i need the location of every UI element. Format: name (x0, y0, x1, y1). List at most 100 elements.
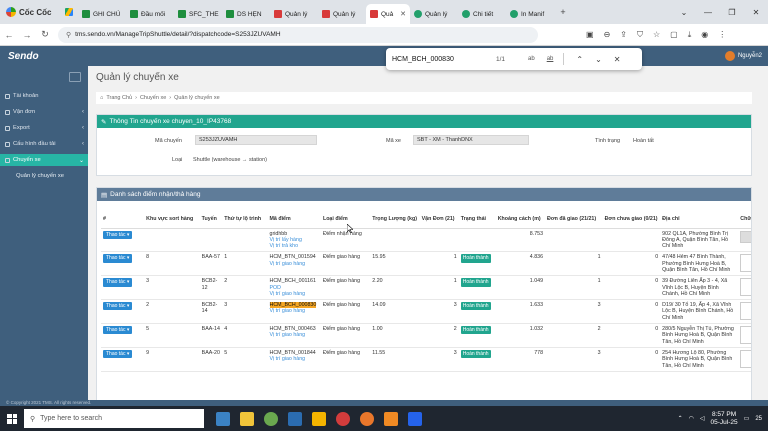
shield-icon[interactable]: ⛉ (637, 30, 643, 40)
trip-info-panel: ✎ Thông Tin chuyến xe chuyen_10_IP43768 … (96, 114, 752, 176)
signature-box[interactable] (740, 349, 751, 368)
browser-tab[interactable]: Quản lý (318, 4, 366, 24)
page-title: Quản lý chuyến xe (96, 72, 179, 83)
action-button[interactable]: Thao tác ▾ (103, 302, 133, 311)
find-input[interactable] (392, 55, 492, 63)
chevron-down-icon[interactable]: ⌄ (672, 8, 696, 17)
zoom-icon[interactable]: ⊖ (604, 30, 611, 40)
sidebar-item[interactable]: Vận đơn ‹ (0, 106, 88, 118)
reload-icon[interactable]: ↻ (36, 29, 54, 40)
find-close-icon[interactable]: ✕ (614, 55, 621, 64)
browser-tab[interactable]: In Manif (506, 4, 554, 24)
location-link[interactable]: Vị trí giao hàng (270, 291, 319, 297)
signature-box[interactable] (740, 326, 751, 345)
coccoc-logo-icon (6, 7, 16, 17)
back-icon[interactable]: ← (0, 30, 18, 40)
file-explorer-icon[interactable] (240, 411, 254, 426)
browser-tab[interactable]: GHI CHÚ (78, 4, 126, 24)
column-header: Tuyến (199, 214, 223, 229)
close-tab-icon[interactable]: ✕ (400, 10, 406, 18)
breadcrumb-trips[interactable]: Chuyến xe (140, 95, 166, 101)
sidebar-subitem-trip-management[interactable]: Quản lý chuyến xe (0, 170, 88, 182)
signature-box[interactable] (740, 254, 751, 273)
action-button[interactable]: Thao tác ▾ (103, 278, 133, 287)
browser-tab[interactable]: Quả ✕ (366, 4, 410, 24)
taskbar-search[interactable]: ⚲ Type here to search (24, 409, 204, 428)
signature-box[interactable] (740, 278, 751, 297)
find-bar: 1/1 ab ab ⌃ ⌄ ✕ (386, 48, 642, 70)
breadcrumb-home[interactable]: Trang Chủ (106, 95, 132, 101)
close-window-icon[interactable]: ✕ (744, 8, 768, 17)
restore-icon[interactable]: ❐ (720, 8, 744, 17)
start-button[interactable] (0, 406, 24, 431)
sidebar-toggle-icon[interactable] (69, 72, 81, 82)
sidebar-item-label: Vận đơn (13, 109, 36, 115)
network-icon[interactable]: ◠ (689, 415, 694, 422)
drive-tab[interactable] (60, 0, 78, 24)
new-tab-button[interactable]: + (554, 0, 572, 24)
translate-icon[interactable]: ▣ (586, 30, 594, 40)
sidebar-item[interactable]: Export ‹ (0, 122, 88, 134)
sort-area-cell: 9 (144, 347, 200, 372)
share-icon[interactable]: ⇪ (620, 30, 627, 40)
bookmark-star-icon[interactable]: ☆ (653, 30, 660, 40)
forward-icon[interactable]: → (18, 30, 36, 40)
profile-icon[interactable]: ◉ (701, 30, 708, 40)
whole-word-toggle[interactable]: ab (547, 56, 554, 62)
sidebar-item[interactable]: Cấu hình đầu tải ‹ (0, 138, 88, 150)
points-table-wrapper[interactable]: # Khu vực sort hàng Tuyến Thứ tự lộ trình Mã… (101, 214, 751, 372)
tray-chevron-icon[interactable]: ⌃ (678, 415, 683, 422)
find-next-icon[interactable]: ⌄ (595, 55, 602, 64)
office-icon[interactable] (384, 411, 398, 426)
download-icon[interactable]: ⤓ (688, 30, 692, 40)
action-button[interactable]: Thao tác ▾ (103, 349, 133, 359)
sidebar-item[interactable]: Chuyến xe ⌄ (0, 154, 88, 166)
action-button[interactable]: Thao tác ▾ (103, 230, 133, 239)
sidebar: Tài khoản Vận đơn ‹ Export ‹ Cấu hình đầu tải… (0, 66, 88, 400)
action-button[interactable]: Thao tác ▾ (103, 254, 133, 263)
signature-image[interactable] (740, 230, 751, 243)
task-view-icon[interactable] (216, 411, 230, 426)
site-info-icon[interactable]: ⚲ (66, 31, 71, 39)
signature-box[interactable] (740, 302, 751, 321)
browser-brand[interactable]: Cốc Cốc (0, 7, 60, 17)
action-button[interactable]: Thao tác ▾ (103, 326, 133, 335)
trip-type-value: Shuttle (warehouse → station) (193, 157, 267, 163)
list-icon: ▤ (101, 191, 108, 199)
coccoc-taskbar-icon[interactable] (264, 411, 278, 426)
clock[interactable]: 8:57 PM 05-Jul-25 (711, 411, 738, 427)
point-code: HCM_BCH_001161 (269, 278, 316, 285)
app-icon[interactable] (360, 411, 374, 426)
browser-tab[interactable]: Quản lý (410, 4, 458, 24)
sendo-logo[interactable]: Sendo (0, 51, 88, 62)
windows-store-icon[interactable] (288, 411, 302, 426)
tab-favicon-icon (462, 10, 470, 18)
sort-area-cell (144, 228, 200, 253)
browser-tab[interactable]: Đầu mối (126, 4, 174, 24)
url-field[interactable]: ⚲ tms.sendo.vn/ManageTripShuttle/detail/… (58, 26, 538, 43)
browser-tab[interactable]: SFC_THE (174, 4, 222, 24)
find-previous-icon[interactable]: ⌃ (576, 55, 583, 64)
tab-favicon-icon (178, 10, 186, 18)
location-link[interactable]: Vị trí trả kho (270, 243, 319, 249)
point-code: HCM_BTN_001594 (269, 254, 316, 261)
minimize-icon[interactable]: — (696, 8, 720, 17)
chrome-icon[interactable] (336, 411, 350, 426)
tab-favicon-icon (226, 10, 234, 18)
mail-icon[interactable] (408, 411, 422, 426)
browser-tab[interactable]: Chi tiết (458, 4, 506, 24)
volume-icon[interactable]: ◁ (700, 415, 705, 422)
user-menu[interactable]: Nguyễn2 (724, 51, 768, 61)
location-link[interactable]: Vị trí giao hàng (270, 261, 319, 267)
match-case-toggle[interactable]: ab (528, 56, 535, 62)
location-link[interactable]: Vị trí giao hàng (270, 332, 319, 338)
sidebar-item[interactable]: Tài khoản (0, 90, 88, 102)
location-link[interactable]: Vị trí giao hàng (270, 308, 319, 314)
extensions-icon[interactable]: ▢ (670, 30, 678, 40)
menu-icon[interactable]: ⋮ (718, 30, 726, 40)
sticky-notes-icon[interactable] (312, 411, 326, 426)
browser-tab[interactable]: Quản lý (270, 4, 318, 24)
location-link[interactable]: Vị trí giao hàng (270, 356, 319, 362)
browser-tab[interactable]: DS HẸN (222, 4, 270, 24)
notifications-icon[interactable]: ▭ (744, 415, 750, 422)
